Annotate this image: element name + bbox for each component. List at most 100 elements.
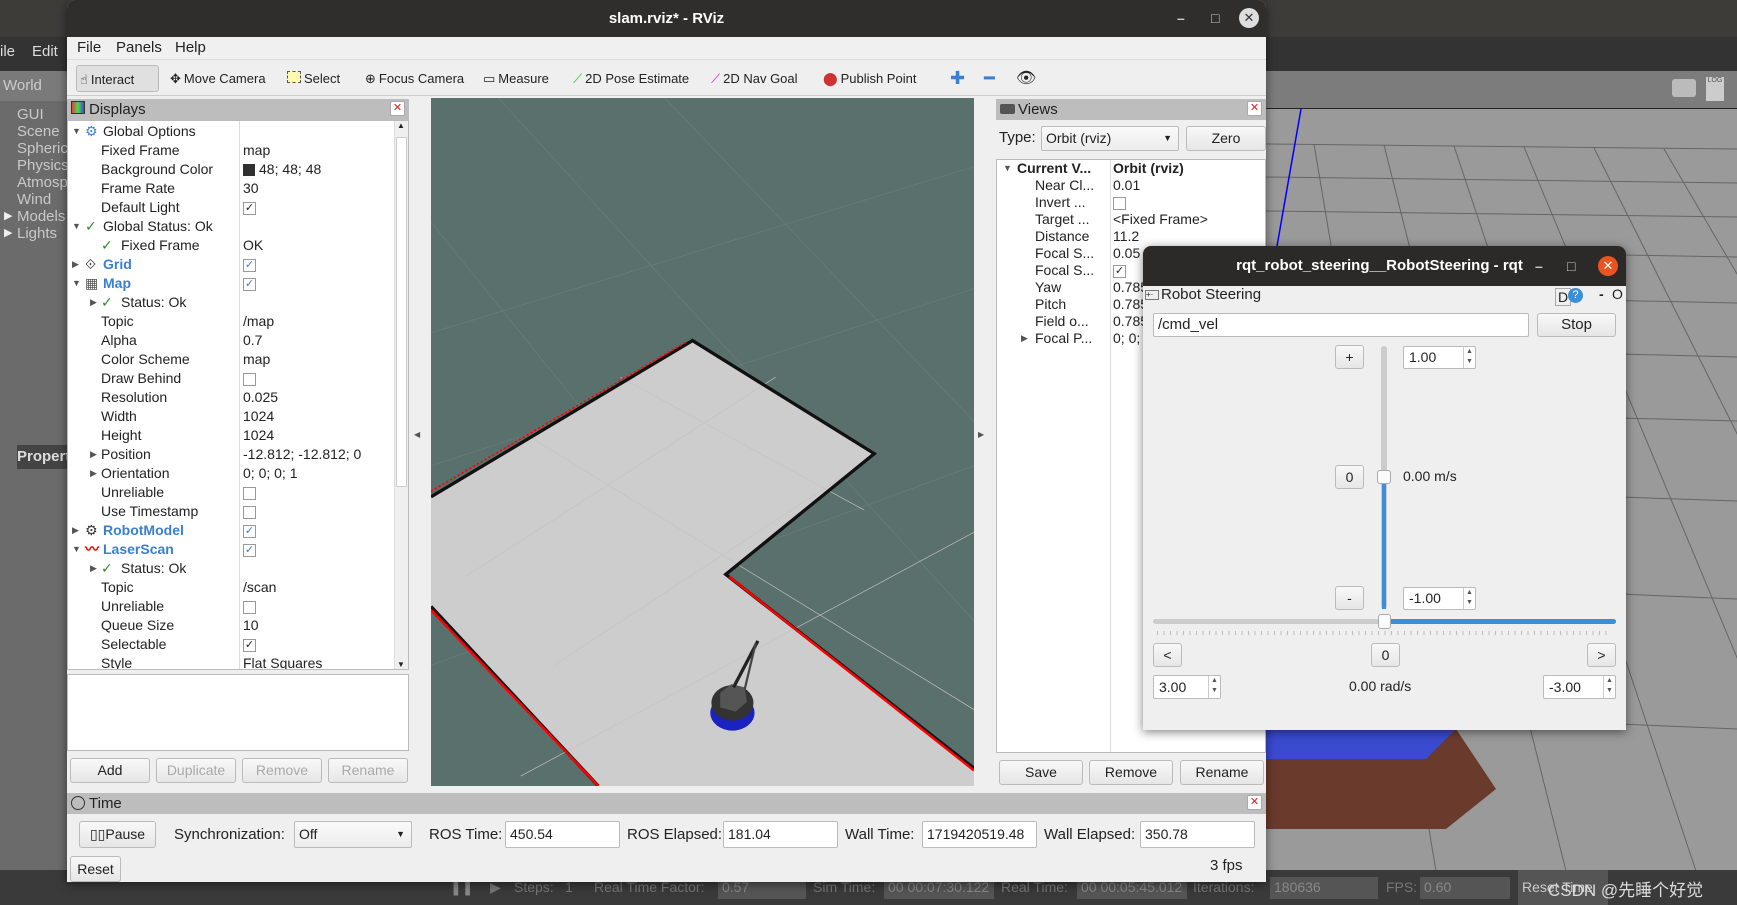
- tree-row[interactable]: Unreliable: [68, 597, 408, 616]
- tree-row[interactable]: ▶ ⚙ RobotModel ✓: [68, 521, 408, 540]
- tree-row[interactable]: Frame Rate 30: [68, 179, 408, 198]
- remove-tool-button[interactable]: ━: [981, 65, 998, 92]
- tab-world[interactable]: World: [0, 71, 68, 101]
- rename-button[interactable]: Rename: [328, 758, 408, 783]
- property-value[interactable]: map: [243, 141, 270, 160]
- property-value[interactable]: 0; 0; 0; 1: [243, 464, 297, 483]
- tree-row[interactable]: ▶ ⟐ Grid ✓: [68, 255, 408, 274]
- spin-arrows-icon[interactable]: ▲ ▼: [1208, 676, 1220, 698]
- collapsed-icon[interactable]: ▶: [90, 293, 97, 312]
- tree-row[interactable]: Color Scheme map: [68, 350, 408, 369]
- add-button[interactable]: Add: [70, 758, 150, 783]
- property-value[interactable]: 1024: [243, 407, 274, 426]
- tree-item-scene[interactable]: Scene: [17, 123, 60, 140]
- tool-focus-camera[interactable]: ⊕ Focus Camera: [362, 65, 467, 92]
- view-row[interactable]: Distance 11.2: [997, 228, 1265, 245]
- expanded-icon[interactable]: ▼: [72, 540, 81, 559]
- decrease-linear-button[interactable]: -: [1335, 586, 1364, 610]
- displays-tree[interactable]: ▲ ▼ ▼ ⚙ Global Options Fixed Frame map Backgr…: [67, 120, 409, 670]
- menu-panels[interactable]: Panels: [116, 39, 162, 56]
- remove-button[interactable]: Remove: [242, 758, 322, 783]
- increase-linear-button[interactable]: +: [1335, 345, 1364, 369]
- expanded-icon[interactable]: ▼: [1003, 160, 1012, 177]
- duplicate-button[interactable]: Duplicate: [156, 758, 236, 783]
- collapsed-icon[interactable]: ▶: [72, 255, 79, 274]
- property-value[interactable]: /scan: [243, 578, 276, 597]
- expanded-icon[interactable]: ▼: [72, 274, 81, 293]
- spin-arrows-icon[interactable]: ▲ ▼: [1463, 588, 1475, 609]
- close-panel-button[interactable]: ✕: [390, 101, 405, 116]
- checkbox[interactable]: ✓: [243, 543, 256, 557]
- expanded-icon[interactable]: ▼: [72, 122, 81, 141]
- sync-select[interactable]: Off ▼: [294, 821, 412, 848]
- tree-row[interactable]: ▼ ⚙ Global Options: [68, 122, 408, 141]
- tool-move-camera[interactable]: ✥ Move Camera: [167, 65, 269, 92]
- log-icon[interactable]: LOG: [1706, 77, 1724, 101]
- property-value[interactable]: 0.01: [1113, 177, 1140, 194]
- reset-button[interactable]: Reset: [70, 856, 121, 882]
- linear-slider[interactable]: [1377, 346, 1391, 609]
- property-value[interactable]: ✓: [1113, 262, 1126, 279]
- property-value[interactable]: Orbit (rviz): [1113, 160, 1184, 177]
- angular-slider[interactable]: [1153, 614, 1616, 629]
- minimize-plugin-button[interactable]: -: [1599, 286, 1604, 302]
- checkbox[interactable]: ✓: [1113, 264, 1126, 278]
- tree-row[interactable]: Unreliable: [68, 483, 408, 502]
- checkbox[interactable]: ✓: [243, 258, 256, 272]
- angular-slider-handle[interactable]: [1378, 614, 1391, 629]
- turn-right-button[interactable]: >: [1587, 643, 1616, 667]
- tree-row[interactable]: Alpha 0.7: [68, 331, 408, 350]
- rename-view-button[interactable]: Rename: [1180, 760, 1264, 785]
- tree-row[interactable]: ▶ ✓ Status: Ok: [68, 293, 408, 312]
- checkbox[interactable]: ✓: [243, 201, 256, 215]
- wall-time-field[interactable]: 1719420519.48: [922, 821, 1037, 848]
- tree-row[interactable]: Use Timestamp: [68, 502, 408, 521]
- render-view[interactable]: [431, 98, 974, 786]
- tool-select[interactable]: Select: [284, 65, 343, 92]
- max-linear-spinbox[interactable]: 1.00 ▲ ▼: [1403, 346, 1476, 369]
- view-row[interactable]: ▼ Current V... Orbit (rviz): [997, 160, 1265, 177]
- tree-row[interactable]: Style Flat Squares: [68, 654, 408, 669]
- tool-2d-pose-estimate[interactable]: ⟋ 2D Pose Estimate: [570, 65, 692, 92]
- tree-item-models[interactable]: Models: [17, 208, 65, 225]
- collapsed-icon[interactable]: ▶: [90, 464, 97, 483]
- tree-row[interactable]: Topic/scan: [68, 578, 408, 597]
- tree-row[interactable]: ✓ Fixed Frame OK: [68, 236, 408, 255]
- property-value[interactable]: <Fixed Frame>: [1113, 211, 1208, 228]
- tree-row[interactable]: Selectable ✓: [68, 635, 408, 654]
- close-button[interactable]: ✕: [1598, 256, 1618, 276]
- min-angular-spinbox[interactable]: -3.00 ▲ ▼: [1543, 675, 1616, 699]
- checkbox[interactable]: [243, 600, 256, 614]
- tree-item-wind[interactable]: Wind: [17, 191, 51, 208]
- tree-row[interactable]: Queue Size 10: [68, 616, 408, 635]
- property-value[interactable]: 0.025: [243, 388, 278, 407]
- min-linear-spinbox[interactable]: -1.00 ▲ ▼: [1403, 587, 1476, 610]
- spin-arrows-icon[interactable]: ▲ ▼: [1603, 676, 1615, 698]
- close-panel-button[interactable]: ✕: [1247, 795, 1262, 810]
- add-tool-button[interactable]: ✚: [947, 65, 968, 92]
- ros-elapsed-field[interactable]: 181.04: [723, 821, 838, 848]
- tree-row[interactable]: Fixed Frame map: [68, 141, 408, 160]
- minimize-button[interactable]: –: [1535, 246, 1543, 286]
- tree-item-lights[interactable]: Lights: [17, 225, 57, 242]
- zero-angular-button[interactable]: 0: [1371, 643, 1400, 667]
- zero-button[interactable]: Zero: [1186, 126, 1266, 151]
- camera-icon[interactable]: [1672, 79, 1696, 97]
- gazebo-menu-file[interactable]: ile: [0, 43, 15, 60]
- tree-row[interactable]: ▼ ▦ Map ✓: [68, 274, 408, 293]
- property-value[interactable]: OK: [243, 236, 263, 255]
- menu-help[interactable]: Help: [175, 39, 206, 56]
- menu-file[interactable]: File: [77, 39, 101, 56]
- tree-row[interactable]: Height 1024: [68, 426, 408, 445]
- expand-icon[interactable]: ▶: [4, 209, 12, 222]
- collapse-left-icon[interactable]: ◀: [414, 430, 420, 439]
- tree-row[interactable]: Background Color 48; 48; 48: [68, 160, 408, 179]
- checkbox[interactable]: ✓: [243, 277, 256, 291]
- close-button[interactable]: ✕: [1239, 8, 1259, 28]
- help-icon[interactable]: ?: [1568, 288, 1583, 303]
- expand-icon[interactable]: ▶: [4, 226, 12, 239]
- tree-row[interactable]: Resolution 0.025: [68, 388, 408, 407]
- property-value[interactable]: 1024: [243, 426, 274, 445]
- checkbox[interactable]: [243, 486, 256, 500]
- checkbox[interactable]: [1113, 196, 1126, 210]
